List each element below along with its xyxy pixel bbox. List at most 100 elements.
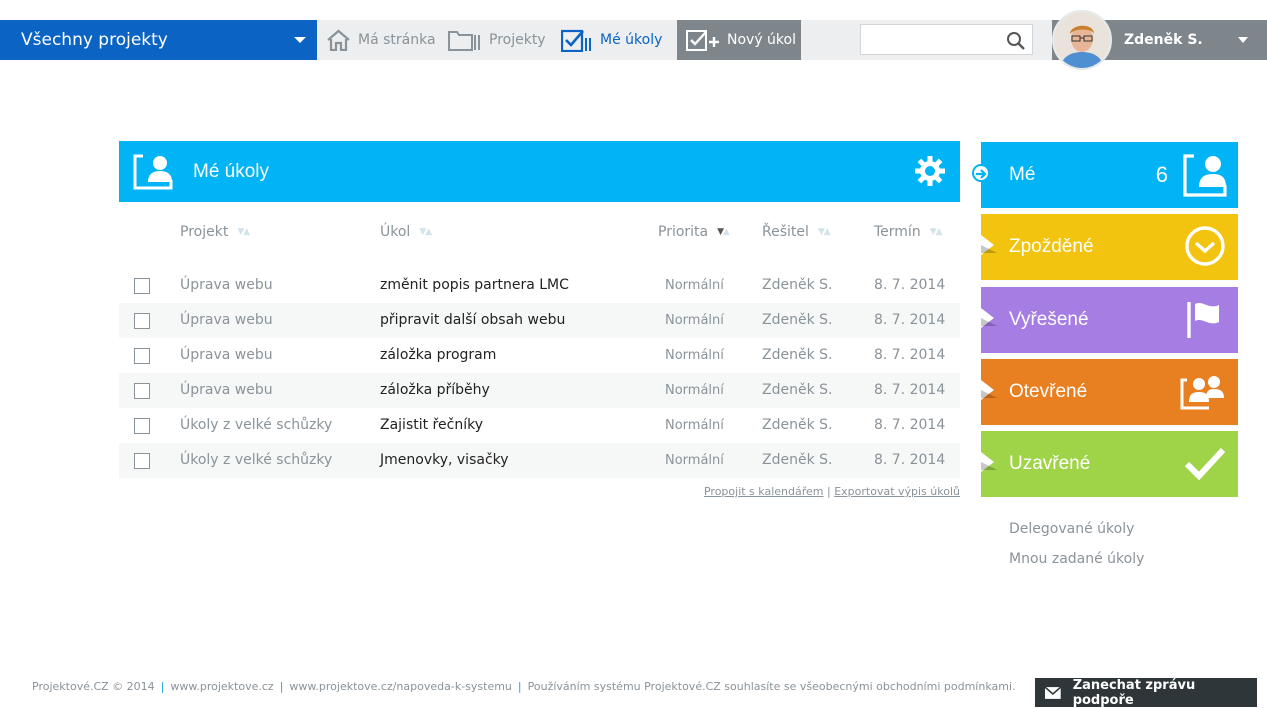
cell-task[interactable]: Zajistit řečníky xyxy=(380,408,483,443)
sort-icon[interactable]: ▼▲ xyxy=(419,227,432,237)
mail-icon xyxy=(1045,686,1061,699)
project-selector-label: Všechny projekty xyxy=(21,30,168,50)
users-icon xyxy=(1180,376,1224,410)
cell-project: Úprava webu xyxy=(180,312,273,328)
cell-priority: Normální xyxy=(665,383,724,398)
sort-icon[interactable]: ▼▲ xyxy=(717,227,730,237)
new-task-button[interactable]: Nový úkol xyxy=(677,20,801,60)
footer: Projektové.CZ © 2014 | www.projektove.cz | w… xyxy=(32,680,1016,693)
cell-deadline: 8. 7. 2014 xyxy=(874,347,946,363)
footer-help-link[interactable]: www.projektove.cz/napoveda-k-systemu xyxy=(289,680,511,693)
cell-resolver: Zdeněk S. xyxy=(762,347,833,363)
cell-project: Úprava webu xyxy=(180,347,273,363)
table-row[interactable]: Úprava webu záložka příběhy Normální Zde… xyxy=(119,373,960,408)
filter-resolved-label: Vyřešené xyxy=(1009,309,1089,330)
avatar xyxy=(1052,10,1112,70)
sort-icon[interactable]: ▼▲ xyxy=(818,227,831,237)
row-checkbox[interactable] xyxy=(134,313,150,329)
cell-project: Úprava webu xyxy=(180,382,273,398)
page-title: Mé úkoly xyxy=(193,161,270,182)
filter-delayed[interactable]: Zpožděné xyxy=(981,214,1238,280)
filter-open[interactable]: Otevřené xyxy=(981,359,1238,425)
filter-closed-label: Uzavřené xyxy=(1009,453,1091,474)
sort-icon[interactable]: ▼▲ xyxy=(237,227,250,237)
cell-deadline: 8. 7. 2014 xyxy=(874,277,946,293)
cell-resolver: Zdeněk S. xyxy=(762,417,833,433)
column-header-resolver[interactable]: Řešitel ▼▲ xyxy=(762,224,831,240)
cell-project: Úprava webu xyxy=(180,277,273,293)
filter-closed[interactable]: Uzavřené xyxy=(981,431,1238,497)
column-header-label: Řešitel xyxy=(762,224,809,240)
cell-deadline: 8. 7. 2014 xyxy=(874,312,946,328)
new-task-label: Nový úkol xyxy=(727,32,796,48)
link-separator: | xyxy=(826,485,831,498)
gear-icon[interactable] xyxy=(914,155,946,187)
user-tasks-icon xyxy=(1183,154,1227,197)
tile-notch-shadow xyxy=(981,245,997,253)
export-link[interactable]: Exportovat výpis úkolů xyxy=(834,485,960,498)
tile-notch-shadow xyxy=(981,318,997,326)
tile-notch-shadow xyxy=(981,462,997,470)
column-header-label: Projekt xyxy=(180,224,229,240)
table-row[interactable]: Úkoly z velké schůzky Zajistit řečníky N… xyxy=(119,408,960,443)
row-checkbox[interactable] xyxy=(134,418,150,434)
filter-delayed-label: Zpožděné xyxy=(1009,236,1094,257)
nav-projects-label: Projekty xyxy=(489,32,546,48)
new-task-icon xyxy=(686,30,719,51)
filter-resolved[interactable]: Vyřešené xyxy=(981,287,1238,353)
nav-my-tasks[interactable]: Mé úkoly xyxy=(561,20,662,60)
row-checkbox[interactable] xyxy=(134,348,150,364)
flag-icon xyxy=(1187,302,1219,338)
cell-resolver: Zdeněk S. xyxy=(762,312,833,328)
table-row[interactable]: Úprava webu připravit další obsah webu N… xyxy=(119,303,960,338)
footer-site-link[interactable]: www.projektove.cz xyxy=(170,680,273,693)
column-header-task[interactable]: Úkol ▼▲ xyxy=(380,224,432,240)
my-tasks-panel-header: Mé úkoly xyxy=(119,141,960,202)
cell-task[interactable]: připravit další obsah webu xyxy=(380,303,565,338)
column-header-deadline[interactable]: Termín ▼▲ xyxy=(874,224,943,240)
cell-resolver: Zdeněk S. xyxy=(762,382,833,398)
arrow-right-icon xyxy=(972,164,990,182)
table-row[interactable]: Úprava webu změnit popis partnera LMC No… xyxy=(119,268,960,303)
cell-priority: Normální xyxy=(665,348,724,363)
cell-project: Úkoly z velké schůzky xyxy=(180,417,333,433)
checkmark-icon xyxy=(1184,447,1226,481)
column-header-priority[interactable]: Priorita ▼▲ xyxy=(658,224,730,240)
row-checkbox[interactable] xyxy=(134,453,150,469)
column-header-project[interactable]: Projekt ▼▲ xyxy=(180,224,250,240)
footer-copyright: Projektové.CZ © 2014 xyxy=(32,680,155,693)
calendar-link[interactable]: Propojit s kalendářem xyxy=(704,485,824,498)
row-checkbox[interactable] xyxy=(134,383,150,399)
column-header-label: Termín xyxy=(874,224,921,240)
support-message-button[interactable]: Zanechat zprávu podpoře xyxy=(1035,678,1257,708)
user-menu[interactable]: Zdeněk S. xyxy=(1052,10,1267,70)
checklist-icon xyxy=(561,29,591,52)
filter-mine[interactable]: Mé 6 xyxy=(981,142,1238,208)
nav-home[interactable]: Má stránka xyxy=(326,20,436,60)
cell-task[interactable]: změnit popis partnera LMC xyxy=(380,268,569,303)
cell-priority: Normální xyxy=(665,453,724,468)
tile-notch-shadow xyxy=(981,390,997,398)
cell-task[interactable]: záložka program xyxy=(380,338,496,373)
home-icon xyxy=(327,29,350,51)
cell-task[interactable]: záložka příběhy xyxy=(380,373,490,408)
cell-task[interactable]: Jmenovky, visačky xyxy=(380,443,509,478)
assigned-by-me-link[interactable]: Mnou zadané úkoly xyxy=(1009,551,1144,567)
cell-deadline: 8. 7. 2014 xyxy=(874,417,946,433)
sort-icon[interactable]: ▼▲ xyxy=(930,227,943,237)
cell-deadline: 8. 7. 2014 xyxy=(874,382,946,398)
chevron-down-icon xyxy=(294,37,306,43)
cell-resolver: Zdeněk S. xyxy=(762,452,833,468)
nav-home-label: Má stránka xyxy=(358,32,436,48)
row-checkbox[interactable] xyxy=(134,278,150,294)
delegated-tasks-link[interactable]: Delegované úkoly xyxy=(1009,521,1134,537)
nav-projects[interactable]: Projekty xyxy=(448,20,546,60)
user-tasks-icon xyxy=(133,154,173,190)
search-field[interactable] xyxy=(860,24,1033,55)
table-row[interactable]: Úkoly z velké schůzky Jmenovky, visačky … xyxy=(119,443,960,478)
footer-separator: | xyxy=(160,680,165,693)
clock-icon xyxy=(1185,226,1225,266)
table-row[interactable]: Úprava webu záložka program Normální Zde… xyxy=(119,338,960,373)
chevron-down-icon xyxy=(1238,37,1248,43)
project-selector[interactable]: Všechny projekty xyxy=(0,20,317,60)
